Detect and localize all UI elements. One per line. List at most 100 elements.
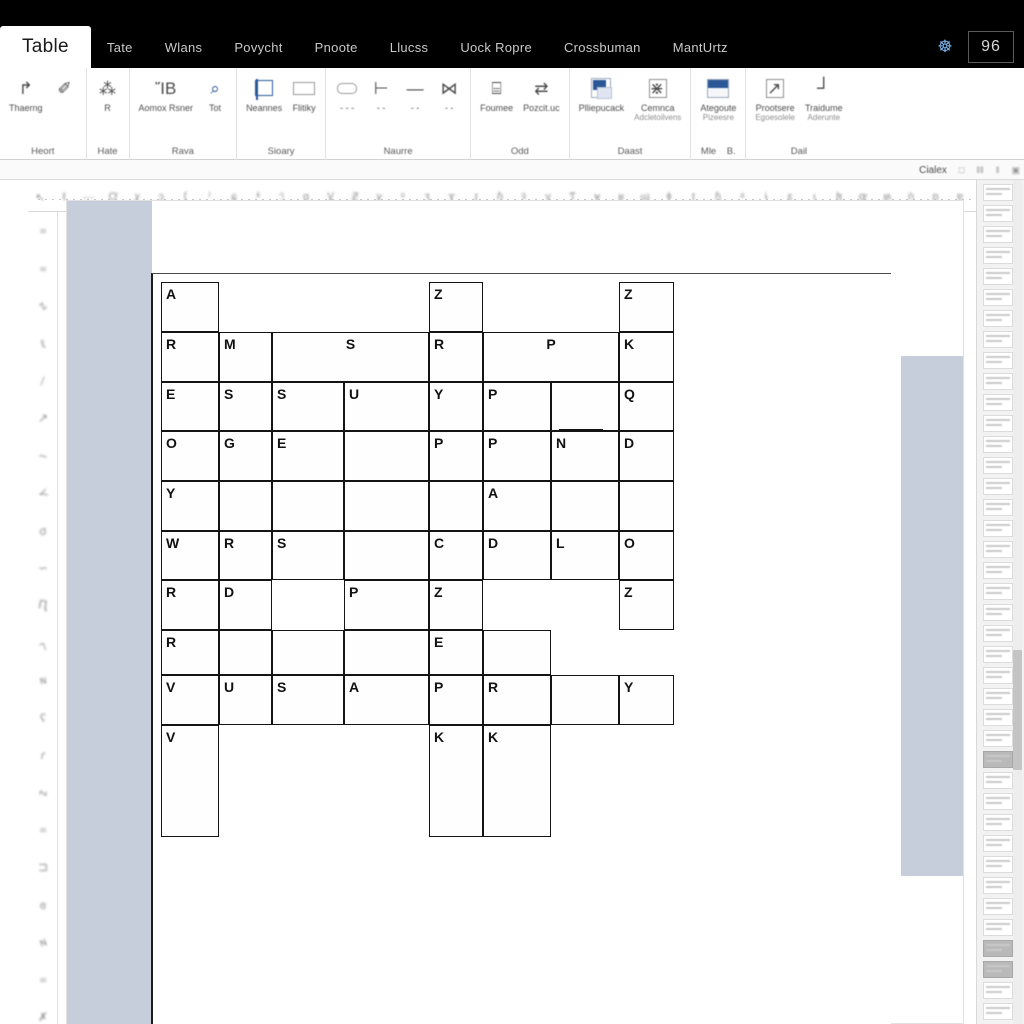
- crossword-cell[interactable]: [551, 675, 619, 725]
- thumbnail-item[interactable]: [983, 646, 1013, 663]
- crossword-cell[interactable]: L: [551, 531, 619, 580]
- ribbon-button-flitiky[interactable]: Flitiky: [289, 72, 319, 115]
- thumbnail-item[interactable]: [983, 478, 1013, 495]
- thumbnail-item[interactable]: [983, 247, 1013, 264]
- thumbnail-item[interactable]: [983, 814, 1013, 831]
- crossword-cell[interactable]: K: [429, 725, 483, 837]
- crossword-cell[interactable]: Z: [429, 282, 483, 332]
- crossword-cell[interactable]: [344, 481, 429, 531]
- tab-table[interactable]: Table: [0, 26, 91, 68]
- crossword-cell[interactable]: Q: [619, 382, 674, 431]
- vertical-scrollbar-thumb[interactable]: [1013, 650, 1022, 770]
- crossword-cell[interactable]: E: [161, 382, 219, 431]
- ribbon-button-r[interactable]: ⁂ R: [93, 72, 123, 115]
- crossword-cell[interactable]: W: [161, 531, 219, 580]
- crossword-cell[interactable]: K: [619, 332, 674, 382]
- document-page[interactable]: A Z Z R M S R P K E S S U Y P Q O G E P P N D Y A W R S C D L O R D P Z Z R E V…: [66, 200, 964, 1024]
- crossword-cell[interactable]: E: [429, 630, 483, 675]
- crossword-cell[interactable]: V: [161, 725, 219, 837]
- thumbnail-item[interactable]: [983, 310, 1013, 327]
- crossword-cell[interactable]: [551, 382, 619, 431]
- crossword-cell[interactable]: A: [161, 282, 219, 332]
- vertical-ruler[interactable]: ⟋≈≈∿ℓ∕↗∼≺σ∽Ԥ┐ɴʕɾ∿≈⊐ɞɴ≈✗: [28, 180, 58, 1024]
- thumbnail-item[interactable]: [983, 1003, 1013, 1020]
- thumbnail-item[interactable]: [983, 226, 1013, 243]
- thumbnail-item[interactable]: [983, 415, 1013, 432]
- thumbnail-item[interactable]: [983, 877, 1013, 894]
- crossword-cell[interactable]: U: [344, 382, 429, 431]
- substrip-grid-icon[interactable]: ‖‖: [976, 165, 983, 175]
- crossword-cell[interactable]: A: [344, 675, 429, 725]
- crossword-cell[interactable]: Z: [429, 580, 483, 630]
- thumbnail-item[interactable]: [983, 961, 1013, 978]
- crossword-cell[interactable]: S: [272, 382, 344, 431]
- zoom-badge[interactable]: 96: [968, 31, 1014, 63]
- crossword-cell[interactable]: S: [272, 675, 344, 725]
- thumbnail-item[interactable]: [983, 793, 1013, 810]
- tab-tate[interactable]: Tate: [91, 26, 149, 68]
- thumbnail-item[interactable]: [983, 331, 1013, 348]
- thumbnail-item[interactable]: [983, 898, 1013, 915]
- tab-crossbuman[interactable]: Crossbuman: [548, 26, 657, 68]
- ribbon-button-neannes[interactable]: Neannes: [243, 72, 285, 115]
- ribbon-button-pen-tool-icon[interactable]: ✐: [50, 72, 80, 104]
- thumbnail-item[interactable]: [983, 940, 1013, 957]
- crossword-cell[interactable]: S: [272, 332, 429, 382]
- thumbnail-item[interactable]: [983, 919, 1013, 936]
- crossword-cell[interactable]: R: [219, 531, 272, 580]
- crossword-cell[interactable]: N: [551, 431, 619, 481]
- crossword-cell[interactable]: P: [429, 675, 483, 725]
- thumbnail-item[interactable]: [983, 205, 1013, 222]
- ribbon-button-aomox-rsner[interactable]: ἽB Aomox Rsner: [136, 72, 197, 115]
- crossword-cell[interactable]: G: [219, 431, 272, 481]
- tab-pnoote[interactable]: Pnoote: [299, 26, 374, 68]
- crossword-cell[interactable]: Y: [161, 481, 219, 531]
- thumbnail-item[interactable]: [983, 457, 1013, 474]
- crossword-cell[interactable]: R: [483, 675, 551, 725]
- ribbon-button-tot[interactable]: ⌕ Tot: [200, 72, 230, 115]
- tab-llucss[interactable]: Llucss: [374, 26, 445, 68]
- thumbnail-item[interactable]: [983, 352, 1013, 369]
- crossword-cell[interactable]: [344, 531, 429, 580]
- crossword-cell[interactable]: O: [619, 531, 674, 580]
- share-icon[interactable]: ☸: [932, 34, 958, 60]
- thumbnail-item[interactable]: [983, 625, 1013, 642]
- crossword-cell[interactable]: [619, 481, 674, 531]
- tab-uock-ropre[interactable]: Uock Ropre: [444, 26, 548, 68]
- crossword-cell[interactable]: R: [161, 630, 219, 675]
- thumbnail-item[interactable]: [983, 520, 1013, 537]
- thumbnail-item[interactable]: [983, 667, 1013, 684]
- substrip-lines-icon[interactable]: ‖: [996, 165, 1000, 175]
- thumbnail-item[interactable]: [983, 856, 1013, 873]
- ribbon-button-[interactable]: - - -: [332, 72, 362, 115]
- crossword-cell[interactable]: P: [483, 382, 551, 431]
- ribbon-button-prootsere[interactable]: ↗ Prootsere Egoesolele: [752, 72, 798, 124]
- ribbon-button-foumee[interactable]: ⌸ Foumee: [477, 72, 516, 115]
- crossword-cell[interactable]: R: [429, 332, 483, 382]
- ribbon-button-[interactable]: ⊢ - -: [366, 72, 396, 115]
- thumbnail-item[interactable]: [983, 541, 1013, 558]
- crossword-cell[interactable]: Z: [619, 282, 674, 332]
- crossword-cell[interactable]: [272, 481, 344, 531]
- crossword-cell[interactable]: C: [429, 531, 483, 580]
- thumbnail-item[interactable]: [983, 184, 1013, 201]
- crossword-cell[interactable]: [272, 630, 344, 675]
- crossword-cell[interactable]: [483, 630, 551, 675]
- crossword-cell[interactable]: [344, 630, 429, 675]
- thumbnail-item[interactable]: [983, 835, 1013, 852]
- crossword-cell[interactable]: P: [429, 431, 483, 481]
- thumbnail-item[interactable]: [983, 772, 1013, 789]
- crossword-cell[interactable]: [344, 431, 429, 481]
- crossword-cell[interactable]: Z: [619, 580, 674, 630]
- thumbnail-item[interactable]: [983, 373, 1013, 390]
- crossword-cell[interactable]: [429, 481, 483, 531]
- ribbon-button-plliepucack[interactable]: Plliepucack: [576, 72, 628, 115]
- crossword-cell[interactable]: R: [161, 332, 219, 382]
- crossword-cell[interactable]: Y: [619, 675, 674, 725]
- thumbnail-item[interactable]: [983, 583, 1013, 600]
- thumbnail-item[interactable]: [983, 709, 1013, 726]
- crossword-cell[interactable]: D: [219, 580, 272, 630]
- ribbon-button-thaerng[interactable]: ↱ Thaerng: [6, 72, 46, 115]
- crossword-cell[interactable]: [219, 630, 272, 675]
- crossword-cell[interactable]: P: [344, 580, 429, 630]
